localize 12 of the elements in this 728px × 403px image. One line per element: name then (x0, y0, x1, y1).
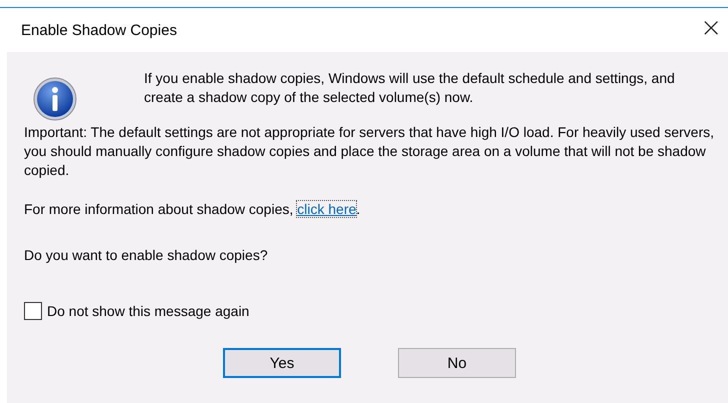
no-button[interactable]: No (398, 348, 516, 378)
checkbox-label: Do not show this message again (47, 303, 250, 319)
question-text: Do you want to enable shadow copies? (24, 246, 269, 265)
window-title: Enable Shadow Copies (21, 22, 177, 38)
message-text: If you enable shadow copies, Windows will use the default schedule and settings, and create a shadow copy of the selected volume(s) now. (144, 69, 676, 107)
yes-button[interactable]: Yes (223, 348, 341, 378)
click-here-link[interactable]: click here (297, 201, 356, 217)
close-button[interactable]: × (694, 15, 728, 45)
important-text: Important: The default settings are not appropriate for servers that have high I/O load. For heavily used servers, you should manually configure shadow copies and place the storage area on a volume that will not be shadow copied. (24, 123, 715, 180)
more-info-text: For more information about shadow copies, click here. (24, 200, 362, 219)
checkbox[interactable] (24, 302, 42, 320)
info-icon (33, 77, 77, 121)
